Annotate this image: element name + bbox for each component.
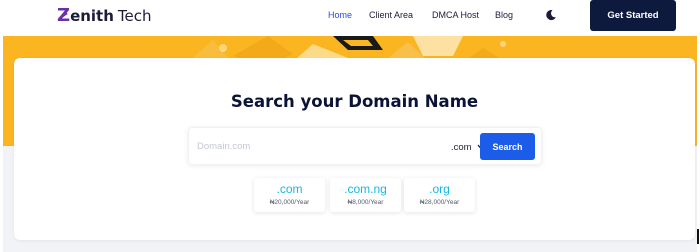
tld-extension: .com.ng (344, 182, 387, 196)
logo-text-tech: Tech (117, 7, 152, 25)
nav-dmca-host[interactable]: DMCA Host (432, 10, 479, 20)
get-started-button[interactable]: Get Started (590, 0, 676, 31)
nav-home[interactable]: Home (328, 10, 352, 20)
domain-input[interactable] (197, 136, 427, 156)
tld-card-com-ng[interactable]: .com.ng ₦8,000/Year (330, 178, 401, 212)
moon-icon[interactable] (545, 9, 557, 21)
tld-extension: .com (276, 182, 303, 196)
zenith-tech-logo[interactable]: Z enith Tech (57, 5, 152, 27)
tld-card-com[interactable]: .com ₦20,000/Year (254, 178, 325, 212)
search-button[interactable]: Search (480, 133, 535, 160)
tld-card-org[interactable]: .org ₦28,000/Year (404, 178, 475, 212)
tld-price: ₦20,000/Year (269, 199, 310, 206)
logo-text: enith (70, 7, 114, 25)
tld-selected-value: .com (451, 141, 472, 153)
logo-letter: Z (57, 5, 71, 26)
nav-blog[interactable]: Blog (495, 10, 513, 20)
tld-price: ₦8,000/Year (347, 199, 384, 206)
tld-price: ₦28,000/Year (419, 199, 460, 206)
scroll-edge-marker (697, 229, 699, 244)
page-title: Search your Domain Name (230, 92, 479, 111)
tld-extension: .org (429, 182, 450, 196)
domain-search-card: Search your Domain Name .com Search .com… (14, 58, 695, 240)
site-header: Z enith Tech Home Client Area DMCA Host … (0, 0, 700, 36)
nav-client-area[interactable]: Client Area (369, 10, 413, 20)
